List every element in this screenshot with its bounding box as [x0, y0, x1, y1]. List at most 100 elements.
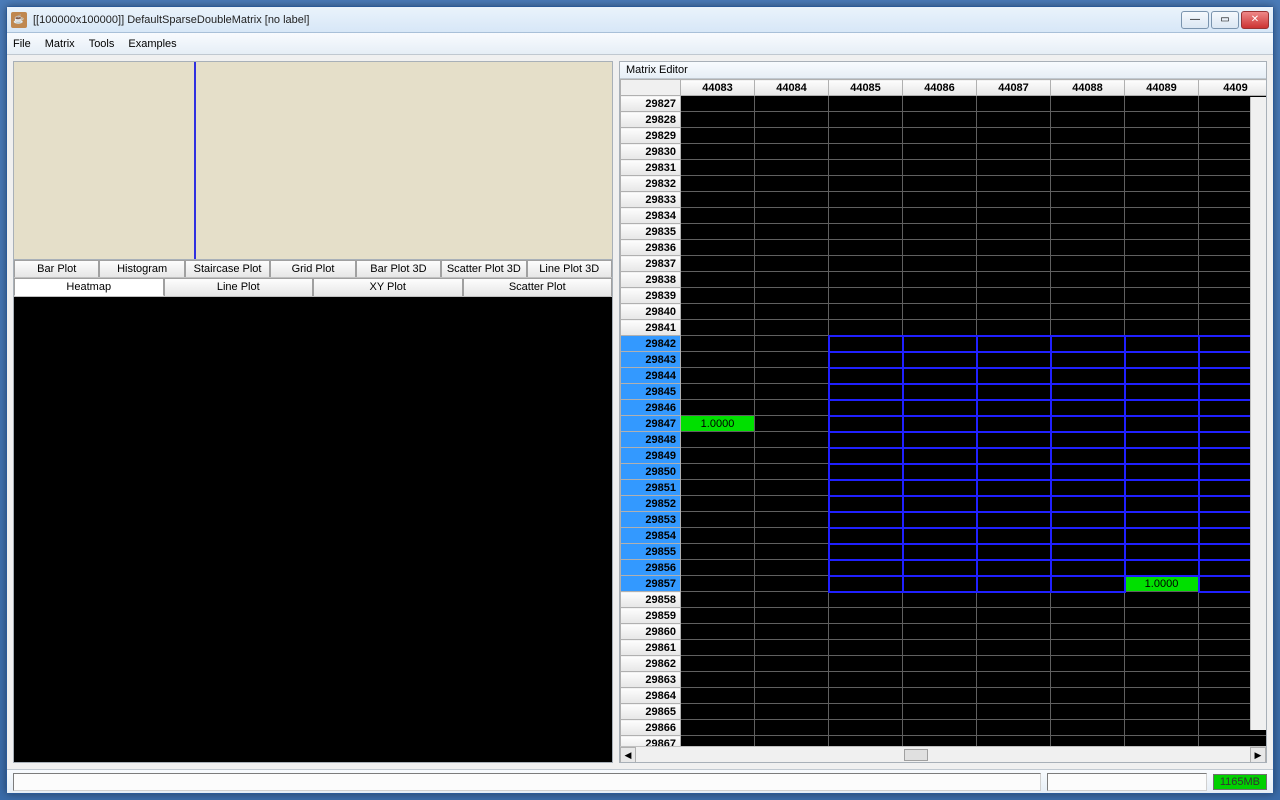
matrix-cell[interactable] [681, 96, 755, 112]
matrix-cell[interactable] [829, 416, 903, 432]
row-header[interactable]: 29855 [621, 544, 681, 560]
matrix-cell[interactable] [1051, 256, 1125, 272]
row-header[interactable]: 29846 [621, 400, 681, 416]
matrix-cell[interactable] [977, 336, 1051, 352]
matrix-cell[interactable] [1125, 416, 1199, 432]
matrix-cell[interactable] [681, 400, 755, 416]
matrix-cell[interactable] [903, 144, 977, 160]
matrix-cell[interactable] [829, 272, 903, 288]
matrix-cell[interactable] [1051, 448, 1125, 464]
matrix-cell[interactable] [1125, 272, 1199, 288]
matrix-grid-scroll[interactable]: 4408344084440854408644087440884408944092… [620, 79, 1266, 746]
matrix-cell[interactable] [903, 96, 977, 112]
matrix-cell[interactable] [977, 112, 1051, 128]
col-header[interactable]: 44087 [977, 80, 1051, 96]
matrix-cell[interactable] [977, 400, 1051, 416]
tab-xy-plot[interactable]: XY Plot [313, 278, 463, 296]
matrix-cell[interactable] [681, 720, 755, 736]
scroll-right-arrow[interactable]: ▶ [1250, 747, 1266, 762]
matrix-cell[interactable] [755, 528, 829, 544]
matrix-cell[interactable] [977, 640, 1051, 656]
row-header[interactable]: 29849 [621, 448, 681, 464]
matrix-cell[interactable] [755, 192, 829, 208]
matrix-cell[interactable] [977, 656, 1051, 672]
matrix-cell[interactable] [903, 560, 977, 576]
matrix-cell[interactable] [829, 352, 903, 368]
matrix-cell[interactable] [1125, 208, 1199, 224]
matrix-cell[interactable] [829, 176, 903, 192]
matrix-cell[interactable] [1051, 736, 1125, 747]
matrix-cell[interactable] [755, 544, 829, 560]
maximize-button[interactable]: ▭ [1211, 11, 1239, 29]
matrix-cell[interactable] [755, 624, 829, 640]
matrix-cell[interactable] [977, 416, 1051, 432]
matrix-cell[interactable] [1051, 672, 1125, 688]
matrix-cell[interactable] [829, 288, 903, 304]
matrix-cell[interactable] [903, 448, 977, 464]
matrix-cell[interactable] [755, 288, 829, 304]
matrix-cell[interactable] [681, 144, 755, 160]
matrix-cell[interactable] [755, 176, 829, 192]
matrix-cell[interactable] [681, 528, 755, 544]
row-header[interactable]: 29829 [621, 128, 681, 144]
matrix-cell[interactable]: 1.0000 [1125, 576, 1199, 592]
matrix-cell[interactable] [681, 288, 755, 304]
matrix-cell[interactable] [1125, 128, 1199, 144]
row-header[interactable]: 29833 [621, 192, 681, 208]
matrix-cell[interactable] [681, 672, 755, 688]
row-header[interactable]: 29831 [621, 160, 681, 176]
row-header[interactable]: 29828 [621, 112, 681, 128]
matrix-cell[interactable] [1051, 384, 1125, 400]
matrix-cell[interactable] [1125, 336, 1199, 352]
tab-line-plot-3d[interactable]: Line Plot 3D [527, 260, 612, 277]
matrix-cell[interactable] [681, 128, 755, 144]
matrix-cell[interactable] [977, 288, 1051, 304]
tab-histogram[interactable]: Histogram [99, 260, 184, 277]
matrix-cell[interactable] [1051, 688, 1125, 704]
col-header[interactable]: 44083 [681, 80, 755, 96]
matrix-cell[interactable] [755, 704, 829, 720]
matrix-cell[interactable] [829, 160, 903, 176]
matrix-cell[interactable] [977, 576, 1051, 592]
matrix-cell[interactable] [1051, 512, 1125, 528]
matrix-cell[interactable] [1125, 400, 1199, 416]
matrix-cell[interactable] [755, 656, 829, 672]
matrix-cell[interactable] [755, 480, 829, 496]
matrix-cell[interactable] [829, 496, 903, 512]
matrix-cell[interactable] [977, 240, 1051, 256]
matrix-cell[interactable] [903, 160, 977, 176]
matrix-cell[interactable] [1125, 528, 1199, 544]
matrix-cell[interactable] [977, 544, 1051, 560]
row-header[interactable]: 29865 [621, 704, 681, 720]
matrix-cell[interactable] [829, 432, 903, 448]
matrix-cell[interactable] [903, 320, 977, 336]
matrix-cell[interactable] [681, 320, 755, 336]
matrix-cell[interactable] [829, 304, 903, 320]
matrix-cell[interactable] [1125, 688, 1199, 704]
row-header[interactable]: 29835 [621, 224, 681, 240]
row-header[interactable]: 29853 [621, 512, 681, 528]
matrix-cell[interactable] [1125, 144, 1199, 160]
matrix-cell[interactable] [903, 496, 977, 512]
matrix-cell[interactable] [681, 272, 755, 288]
matrix-cell[interactable] [755, 400, 829, 416]
matrix-cell[interactable] [1051, 144, 1125, 160]
matrix-cell[interactable] [681, 384, 755, 400]
matrix-cell[interactable] [829, 512, 903, 528]
matrix-cell[interactable] [903, 256, 977, 272]
matrix-cell[interactable] [681, 256, 755, 272]
matrix-cell[interactable] [903, 304, 977, 320]
matrix-cell[interactable] [903, 336, 977, 352]
col-header[interactable]: 44084 [755, 80, 829, 96]
matrix-cell[interactable] [977, 432, 1051, 448]
matrix-cell[interactable] [977, 704, 1051, 720]
matrix-cell[interactable] [755, 416, 829, 432]
matrix-cell[interactable] [681, 480, 755, 496]
row-header[interactable]: 29858 [621, 592, 681, 608]
row-header[interactable]: 29866 [621, 720, 681, 736]
matrix-cell[interactable] [903, 352, 977, 368]
row-header[interactable]: 29838 [621, 272, 681, 288]
tab-line-plot[interactable]: Line Plot [164, 278, 314, 296]
matrix-cell[interactable]: 1.0000 [681, 416, 755, 432]
row-header[interactable]: 29856 [621, 560, 681, 576]
